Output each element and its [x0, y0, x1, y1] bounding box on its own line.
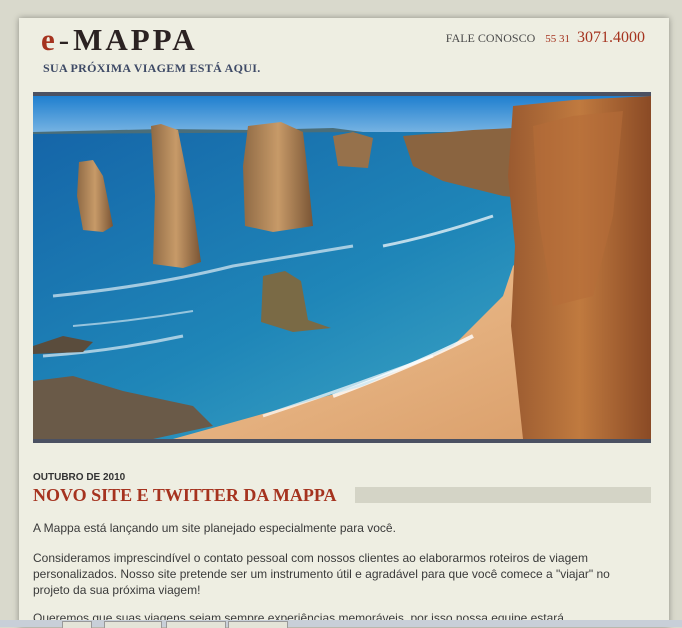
post-paragraph: Consideramos imprescindível o contato pe…: [33, 551, 610, 597]
contact-info: FALE CONOSCO 55 31 3071.4000: [446, 29, 645, 47]
post-date: OUTUBRO DE 2010: [33, 472, 126, 483]
site-tagline: SUA PRÓXIMA VIAGEM ESTÁ AQUI.: [43, 61, 261, 75]
taskbar-strip: [0, 620, 682, 628]
post-paragraph: A Mappa está lançando um site planejado …: [33, 521, 396, 535]
page: e - MAPPA SUA PRÓXIMA VIAGEM ESTÁ AQUI. FA…: [19, 18, 669, 627]
site-logo[interactable]: e - MAPPA: [41, 22, 198, 58]
contact-link[interactable]: FALE CONOSCO: [446, 31, 535, 45]
header: e - MAPPA SUA PRÓXIMA VIAGEM ESTÁ AQUI. FA…: [19, 18, 669, 90]
phone-area-code: 55 31: [545, 33, 570, 45]
phone-number: 3071.4000: [577, 29, 645, 46]
post-title-row: NOVO SITE E TWITTER DA MAPPA: [33, 485, 651, 509]
title-divider: [355, 487, 651, 503]
hero-photo: [33, 92, 651, 443]
post-title[interactable]: NOVO SITE E TWITTER DA MAPPA: [33, 485, 337, 506]
